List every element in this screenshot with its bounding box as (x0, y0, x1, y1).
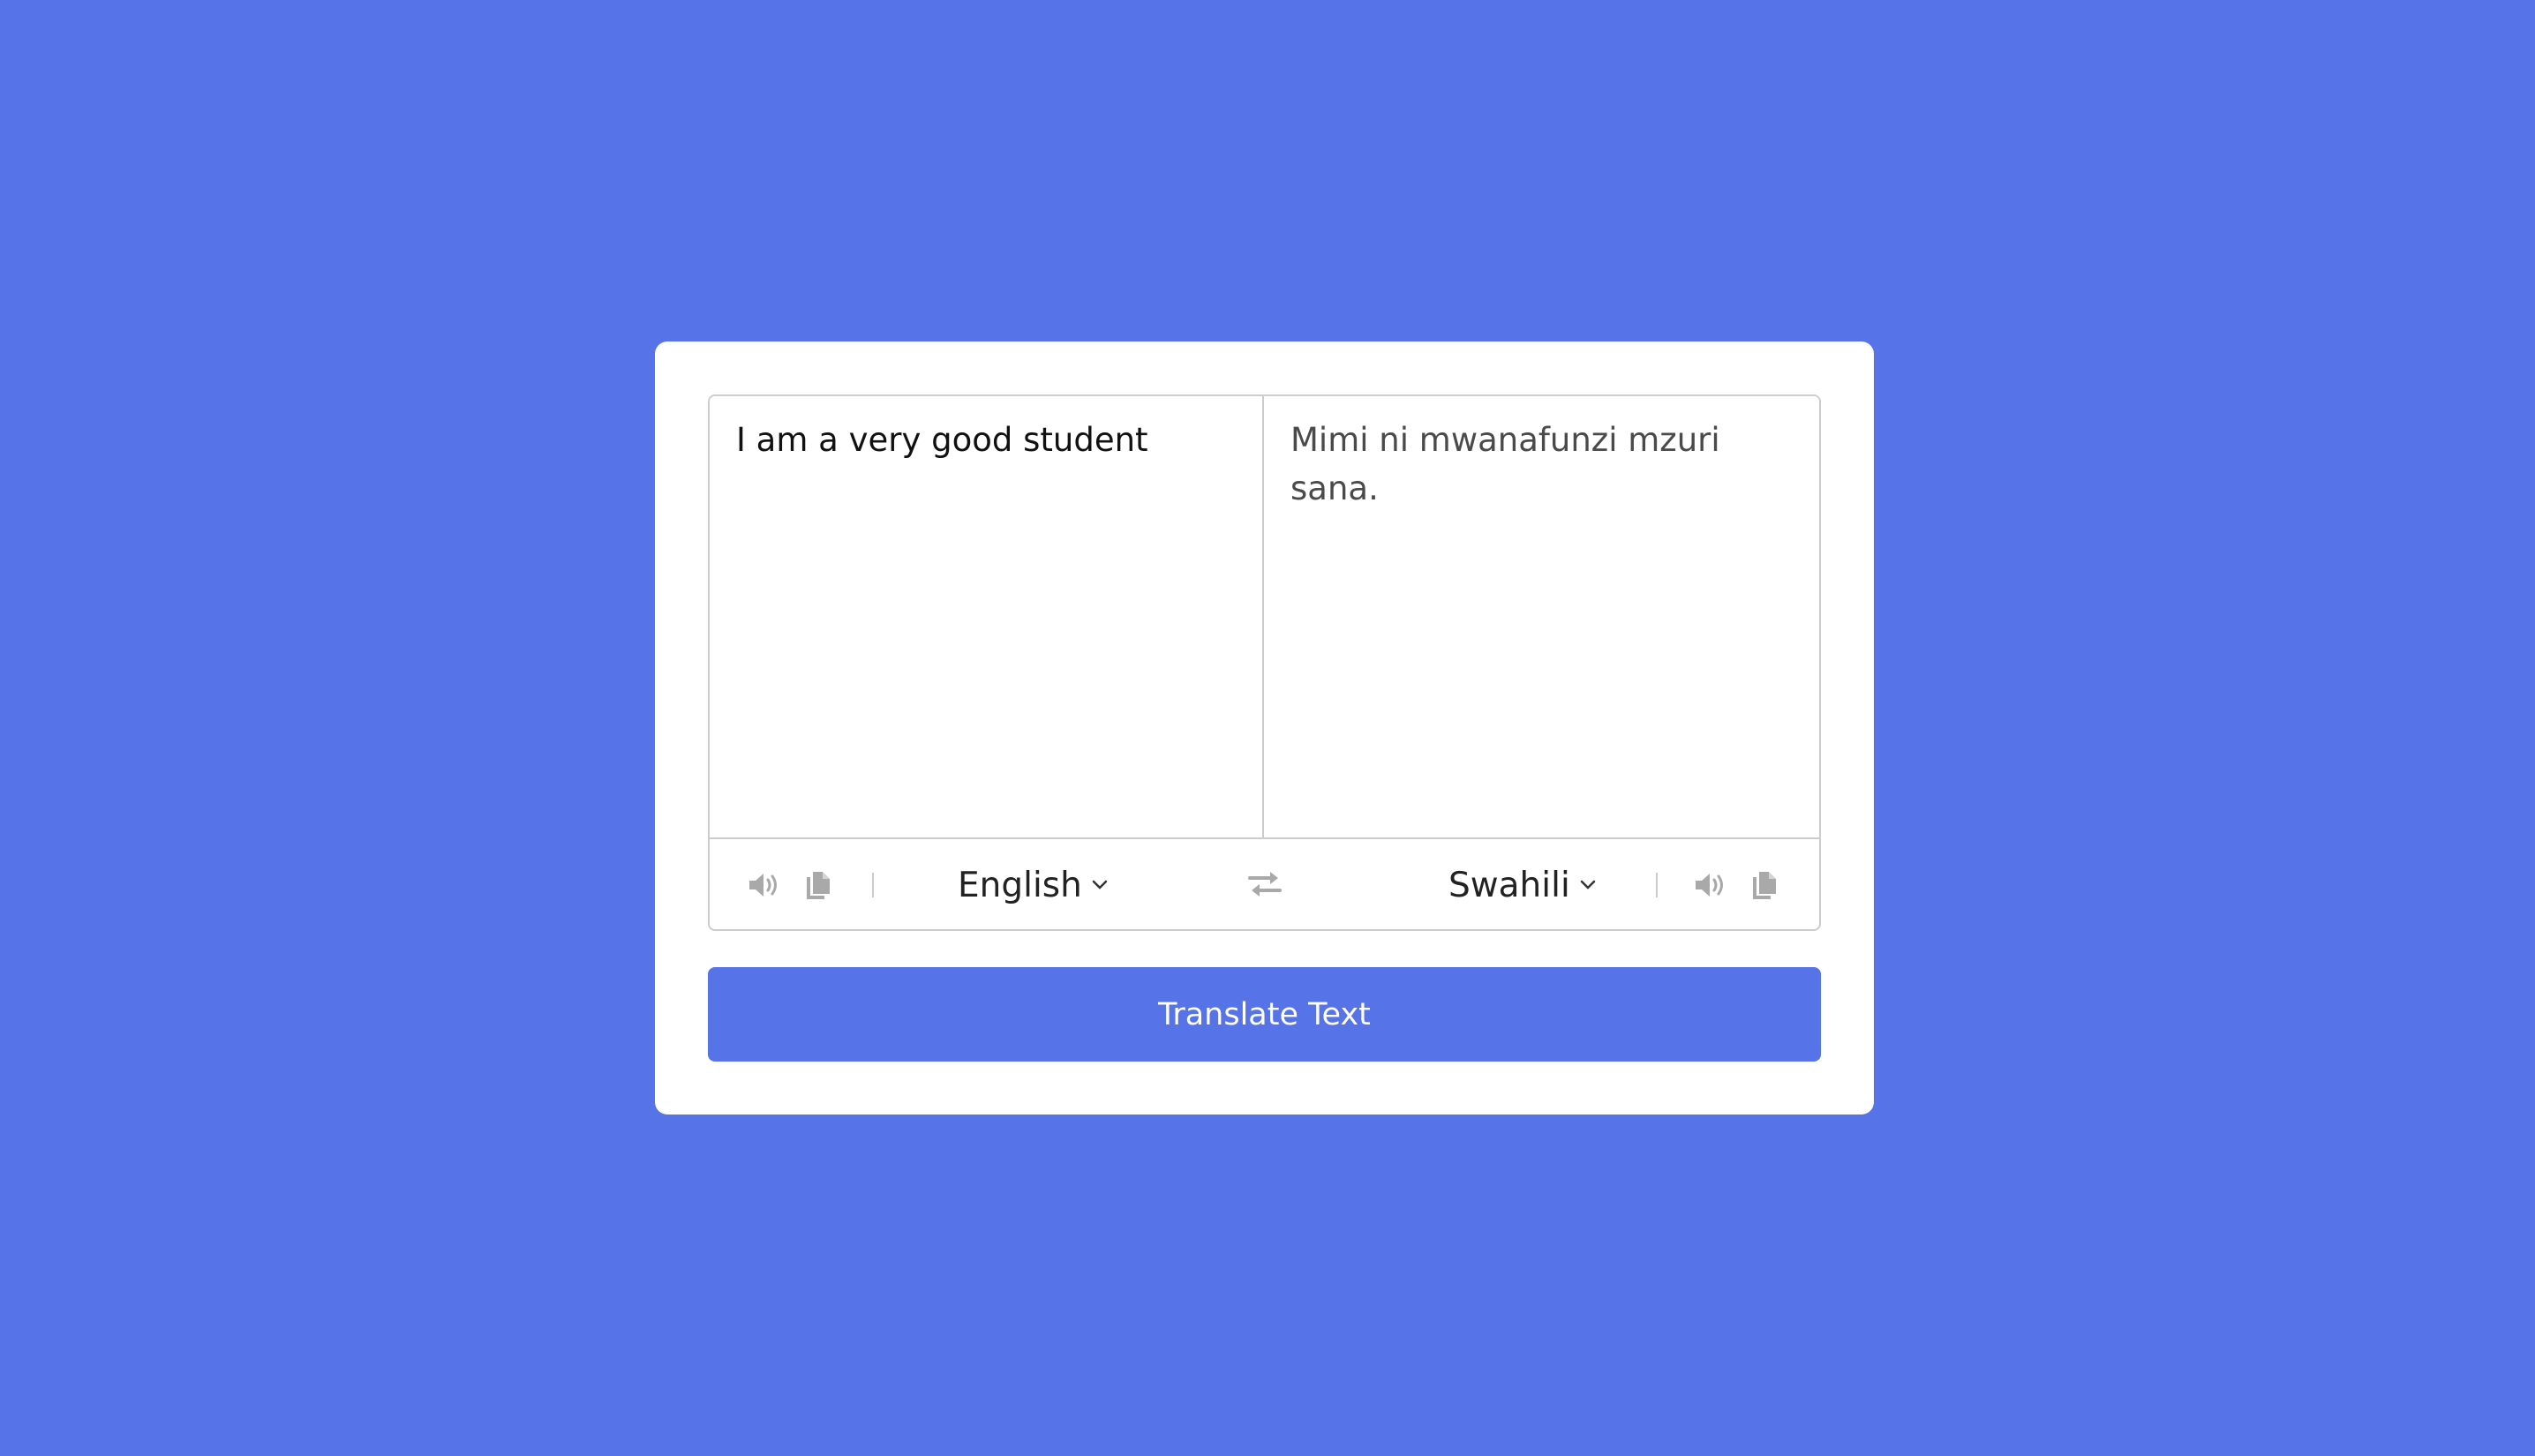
translator-card: English Swahili (655, 341, 1874, 1115)
volume-icon[interactable] (747, 869, 782, 901)
from-language-label: English (958, 865, 1082, 905)
to-language-select[interactable]: Swahili (1448, 862, 1597, 908)
chevron-down-icon (1092, 880, 1108, 889)
copy-icon[interactable] (803, 869, 833, 901)
from-language-select[interactable]: English (958, 862, 1109, 908)
translate-button[interactable]: Translate Text (708, 967, 1821, 1062)
to-language-label: Swahili (1448, 865, 1570, 905)
source-text-input[interactable] (710, 396, 1264, 837)
text-panels: English Swahili (708, 394, 1821, 931)
translated-text-output[interactable] (1264, 396, 1819, 837)
language-controls: English Swahili (710, 837, 1819, 929)
control-divider (1656, 873, 1658, 897)
control-divider (872, 873, 874, 897)
copy-icon[interactable] (1749, 869, 1779, 901)
exchange-icon[interactable] (1246, 867, 1283, 901)
chevron-down-icon (1580, 880, 1596, 889)
volume-icon[interactable] (1693, 869, 1728, 901)
